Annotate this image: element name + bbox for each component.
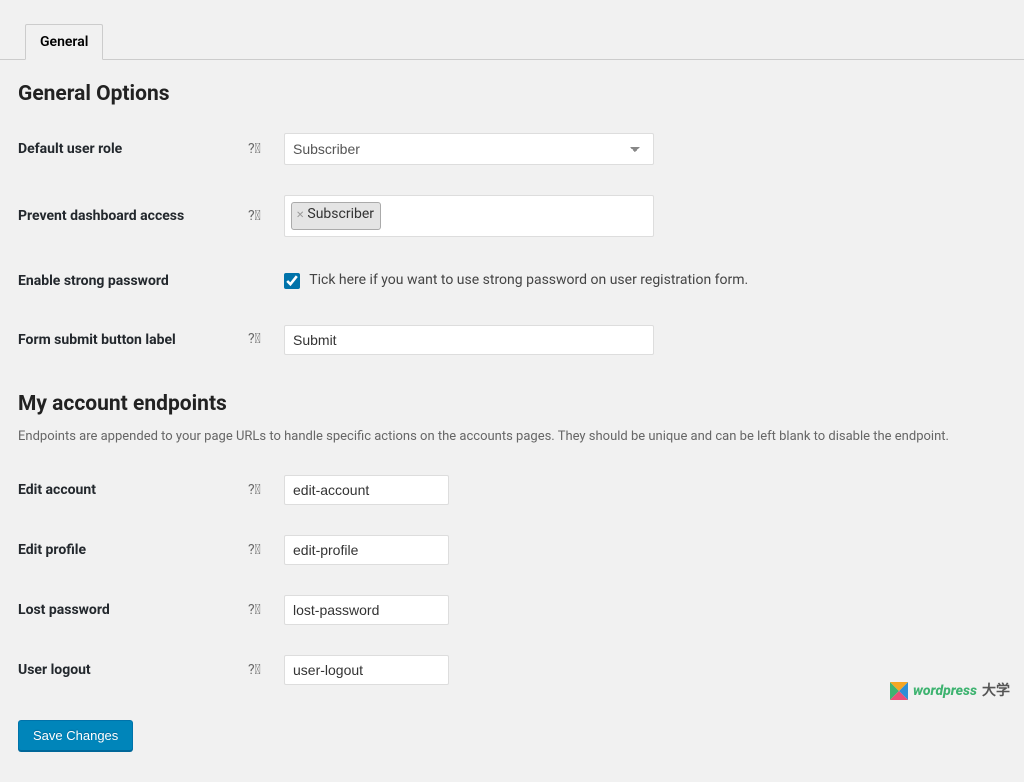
save-changes-button[interactable]: Save Changes: [18, 720, 133, 751]
edit-account-input[interactable]: [284, 475, 449, 505]
enable-strong-password-desc: Tick here if you want to use strong pass…: [309, 272, 748, 288]
help-icon[interactable]: ?⃝: [248, 661, 264, 679]
endpoints-table: Edit account ?⃝ Edit profile ?⃝ Lost pas…: [18, 460, 1006, 700]
tab-content: General Options Default user role ?⃝ Sub…: [0, 60, 1024, 751]
help-icon[interactable]: ?⃝: [248, 601, 264, 619]
endpoints-description: Endpoints are appended to your page URLs…: [18, 428, 1006, 446]
help-icon[interactable]: ?⃝: [248, 481, 264, 499]
enable-strong-password-checkbox[interactable]: [284, 273, 300, 289]
section-heading-general-options: General Options: [18, 85, 1006, 103]
lost-password-input[interactable]: [284, 595, 449, 625]
close-icon[interactable]: ✕: [296, 210, 304, 221]
watermark: wordpress大学: [890, 682, 1010, 700]
role-tag-subscriber[interactable]: ✕Subscriber: [291, 202, 381, 229]
label-user-logout: User logout: [18, 640, 238, 700]
section-heading-endpoints: My account endpoints: [18, 395, 1006, 413]
label-edit-account: Edit account: [18, 460, 238, 520]
label-enable-strong-password: Enable strong password: [18, 252, 238, 310]
settings-table: Default user role ?⃝ Subscriber Prevent …: [18, 118, 1006, 369]
label-edit-profile: Edit profile: [18, 520, 238, 580]
form-submit-button-label-input[interactable]: [284, 325, 654, 355]
help-icon[interactable]: ?⃝: [248, 207, 264, 225]
edit-profile-input[interactable]: [284, 535, 449, 565]
label-form-submit-button-label: Form submit button label: [18, 310, 238, 370]
settings-page: General General Options Default user rol…: [0, 0, 1024, 782]
tabs: General: [0, 0, 1024, 60]
help-icon[interactable]: ?⃝: [248, 140, 264, 158]
help-icon[interactable]: ?⃝: [248, 330, 264, 348]
logo-icon: [890, 682, 908, 700]
prevent-dashboard-access-field[interactable]: ✕Subscriber: [284, 195, 654, 236]
label-prevent-dashboard-access: Prevent dashboard access: [18, 180, 238, 251]
default-user-role-select[interactable]: Subscriber: [284, 133, 654, 165]
tab-general[interactable]: General: [25, 24, 103, 60]
user-logout-input[interactable]: [284, 655, 449, 685]
help-icon[interactable]: ?⃝: [248, 541, 264, 559]
label-default-user-role: Default user role: [18, 118, 238, 180]
label-lost-password: Lost password: [18, 580, 238, 640]
